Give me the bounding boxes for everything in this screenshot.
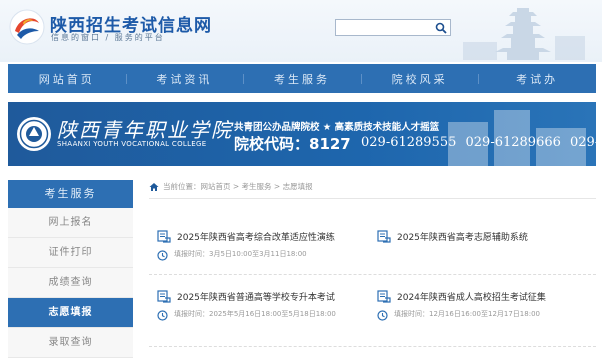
item-time: 填报时间：12月16日16:00至12月17日18:00 bbox=[394, 310, 540, 318]
header: 陕西招生考试信息网 信息的窗口 / 服务的平台 bbox=[0, 0, 602, 62]
document-icon bbox=[157, 290, 171, 303]
item-time: 填报时间：3月5日10:00至3月11日18:00 bbox=[174, 250, 307, 258]
sidebar: 考生服务 网上报名 证件打印 成绩查询 志愿填报 录取查询 bbox=[8, 180, 133, 358]
building-decoration-icon bbox=[448, 110, 586, 166]
sidebar-item-application-fill[interactable]: 志愿填报 bbox=[8, 298, 133, 328]
sidebar-item-admission-query[interactable]: 录取查询 bbox=[8, 328, 133, 358]
nav-item-exam-office[interactable]: 考试办 bbox=[478, 71, 596, 87]
item-title[interactable]: 2024年陕西省成人高校招生考试征集 bbox=[397, 290, 546, 303]
item-time: 填报时间：2025年5月16日18:00至5月18日18:00 bbox=[174, 310, 336, 318]
main-nav: 网站首页 考试资讯 考生服务 院校风采 考试办 bbox=[8, 64, 596, 93]
list-item[interactable]: 2024年陕西省成人高校招生考试征集 填报时间：12月16日16:00至12月1… bbox=[377, 290, 591, 321]
breadcrumb-divider bbox=[149, 198, 596, 199]
list-item[interactable]: 2025年陕西省高考综合改革适应性演练 填报时间：3月5日10:00至3月11日… bbox=[157, 230, 371, 261]
document-icon bbox=[377, 290, 391, 303]
breadcrumb-text[interactable]: 当前位置：网站首页 > 考生服务 > 志愿填报 bbox=[163, 181, 313, 192]
banner-slogan: 共青团公办品牌院校 ★ 高素质技术技能人才摇篮 bbox=[234, 122, 440, 133]
sidebar-header: 考生服务 bbox=[8, 180, 133, 208]
nav-item-home[interactable]: 网站首页 bbox=[8, 71, 126, 87]
nav-item-colleges[interactable]: 院校风采 bbox=[360, 71, 479, 87]
pagoda-decoration-icon bbox=[463, 8, 585, 60]
college-emblem-icon bbox=[17, 117, 51, 151]
site-logo-icon[interactable] bbox=[9, 9, 45, 45]
clock-icon bbox=[157, 250, 168, 261]
college-banner[interactable]: 陕西青年职业学院 SHAANXI YOUTH VOCATIONAL COLLEG… bbox=[8, 102, 596, 166]
item-title[interactable]: 2025年陕西省高考志愿辅助系统 bbox=[397, 230, 528, 243]
search-icon[interactable] bbox=[435, 22, 447, 34]
item-title[interactable]: 2025年陕西省普通高等学校专升本考试 bbox=[177, 290, 335, 303]
document-icon bbox=[157, 230, 171, 243]
sidebar-item-score-query[interactable]: 成绩查询 bbox=[8, 268, 133, 298]
college-code: 院校代码：8127 bbox=[234, 135, 351, 153]
search-box bbox=[335, 19, 451, 41]
search-input[interactable] bbox=[336, 25, 432, 41]
site-slogan: 信息的窗口 / 服务的平台 bbox=[51, 33, 165, 42]
list-item[interactable]: 2025年陕西省高考志愿辅助系统 bbox=[377, 230, 591, 243]
page: 陕西招生考试信息网 信息的窗口 / 服务的平台 网站首页 考试资讯 考生服务 院… bbox=[0, 0, 602, 359]
sidebar-item-certificate-print[interactable]: 证件打印 bbox=[8, 238, 133, 268]
item-title[interactable]: 2025年陕西省高考综合改革适应性演练 bbox=[177, 230, 335, 243]
list-divider bbox=[149, 274, 596, 275]
college-name: 陕西青年职业学院 bbox=[57, 118, 233, 142]
clock-icon bbox=[157, 310, 168, 321]
nav-item-services[interactable]: 考生服务 bbox=[243, 71, 361, 87]
college-phones: 029-61289555 029-61289666 029-61289777 bbox=[361, 135, 596, 150]
nav-item-news[interactable]: 考试资讯 bbox=[125, 71, 244, 87]
college-name-en: SHAANXI YOUTH VOCATIONAL COLLEGE bbox=[57, 140, 207, 148]
document-icon bbox=[377, 230, 391, 243]
list-divider bbox=[149, 346, 596, 347]
breadcrumb: 当前位置：网站首页 > 考生服务 > 志愿填报 bbox=[149, 181, 313, 192]
sidebar-item-online-registration[interactable]: 网上报名 bbox=[8, 208, 133, 238]
home-icon bbox=[149, 182, 159, 191]
clock-icon bbox=[377, 310, 388, 321]
list-item[interactable]: 2025年陕西省普通高等学校专升本考试 填报时间：2025年5月16日18:00… bbox=[157, 290, 371, 321]
